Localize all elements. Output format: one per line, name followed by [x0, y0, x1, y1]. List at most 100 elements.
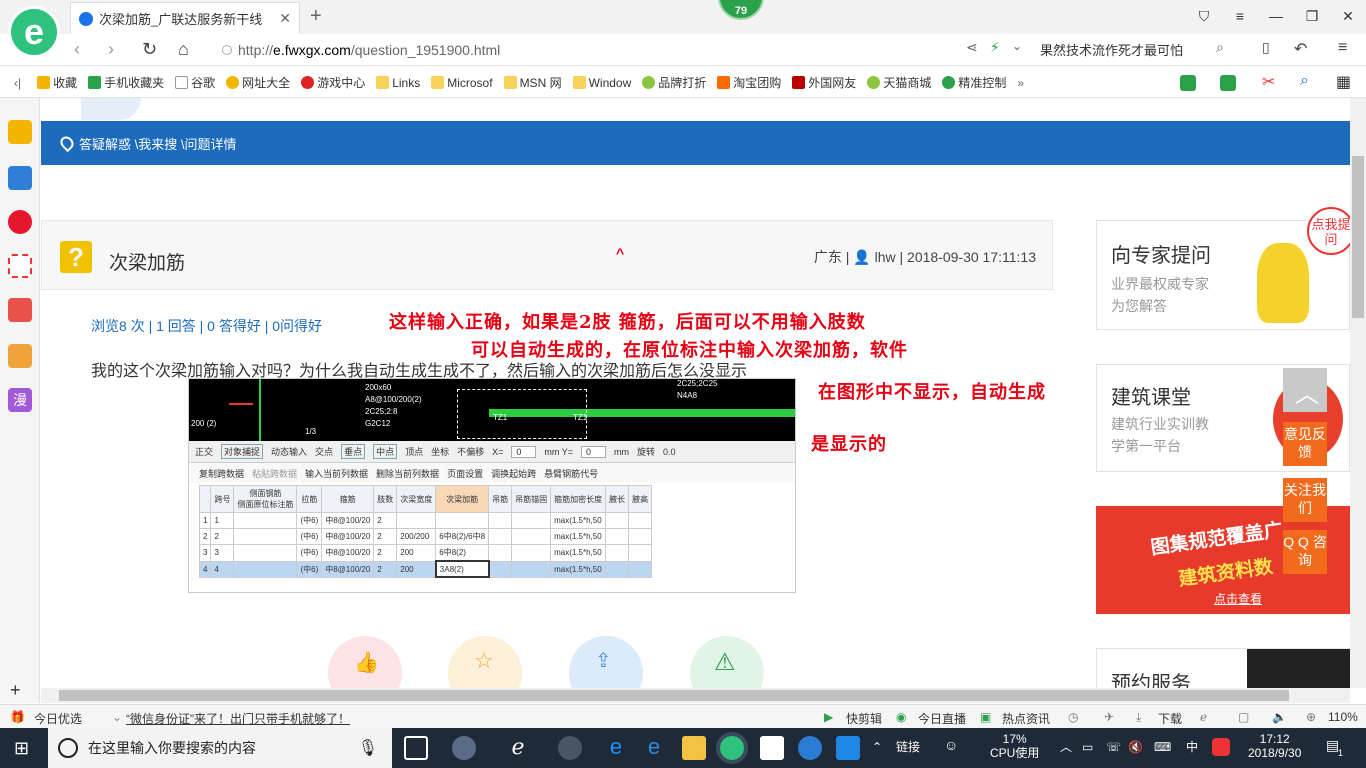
today-picks[interactable]: 今日优选	[34, 710, 82, 727]
weibo-icon[interactable]	[8, 210, 32, 234]
paste-span-button[interactable]: 粘贴跨数据	[252, 467, 297, 480]
grid-icon[interactable]: ▦	[1336, 72, 1351, 92]
ortho-button[interactable]: 正交	[195, 445, 213, 458]
translate-icon[interactable]	[1220, 75, 1236, 91]
chevron-up-icon[interactable]: ︿	[1060, 740, 1072, 754]
ie-icon[interactable]: ℯ	[1200, 710, 1207, 724]
horizontal-scrollbar[interactable]	[41, 688, 1350, 703]
internet-explorer-icon[interactable]: e	[642, 736, 666, 760]
url-field[interactable]: http://e.fwxgx.com/question_1951900.html	[222, 38, 962, 62]
table-row[interactable]: 3 3 (中6) 中8@100/20 2 200 6中8(2) max(1.5*h,50	[198, 544, 653, 562]
back-icon[interactable]: ‹	[74, 39, 80, 60]
page-setup-button[interactable]: 页面设置	[447, 467, 483, 480]
vertex-button[interactable]: 顶点	[405, 445, 423, 458]
speaker-icon[interactable]: 🔈	[1272, 710, 1287, 724]
cpu-meter[interactable]: 17% CPU使用	[990, 732, 1039, 760]
app-icon[interactable]	[558, 736, 582, 760]
sogou-icon[interactable]	[1212, 738, 1230, 756]
table-row[interactable]: 1 1 (中6) 中8@100/20 2 max(1.5*h,50	[198, 512, 653, 529]
more-bookmarks-icon[interactable]: »	[1017, 76, 1024, 90]
vertical-scrollbar[interactable]	[1350, 98, 1366, 688]
task-view-icon[interactable]	[404, 736, 428, 760]
copy-span-button[interactable]: 复制跨数据	[199, 467, 244, 480]
volume-icon[interactable]: 🔇	[1128, 740, 1143, 754]
chevron-down-icon[interactable]: ⌄	[1012, 39, 1022, 53]
taskbar-search[interactable]: 在这里输入你要搜索的内容 🎙	[48, 728, 392, 768]
search-icon[interactable]: ⌕	[1216, 39, 1224, 56]
people-icon[interactable]: ☺	[944, 738, 958, 752]
file-explorer-icon[interactable]	[682, 736, 706, 760]
shield-icon[interactable]	[1180, 75, 1196, 91]
book-icon[interactable]	[8, 344, 32, 368]
fan-app-icon[interactable]	[452, 736, 476, 760]
rotate-field[interactable]: 0.0	[663, 447, 676, 457]
bookmark-item[interactable]: 天猫商城	[867, 74, 931, 91]
input-column-button[interactable]: 输入当前列数据	[305, 467, 368, 480]
headline-link[interactable]: “微信身份证”来了！出门只带手机就够了！	[126, 710, 350, 727]
chevron-up-icon[interactable]: ⌃	[872, 740, 882, 754]
bookmark-item[interactable]: Window	[572, 76, 631, 90]
keyboard-icon[interactable]: ⌨	[1154, 740, 1171, 754]
report-button[interactable]: ⚠	[690, 636, 764, 688]
offset-select[interactable]: 不偏移	[457, 445, 484, 458]
y-field[interactable]: 0	[581, 445, 607, 458]
feedback-button[interactable]: 意见反馈	[1283, 422, 1327, 466]
browser-logo-icon[interactable]: e	[8, 6, 60, 58]
swap-span-button[interactable]: 调换起始跨	[491, 467, 536, 480]
intersect-button[interactable]: 交点	[315, 445, 333, 458]
sidebar-toggle-icon[interactable]: ‹|	[14, 76, 21, 90]
add-icon[interactable]: +	[10, 680, 21, 701]
bookmark-item[interactable]: Links	[376, 76, 420, 90]
bookmark-item[interactable]: 谷歌	[175, 74, 215, 91]
bookmark-item[interactable]: 游戏中心	[301, 74, 365, 91]
bookmark-item[interactable]: 收藏	[37, 74, 77, 91]
scissors-icon[interactable]: ✂	[1262, 72, 1275, 92]
comic-icon[interactable]: 漫	[8, 388, 32, 412]
magnifier-icon[interactable]: ⌕	[1300, 72, 1309, 90]
favorites-star-icon[interactable]	[8, 120, 32, 144]
table-row[interactable]: 2 2 (中6) 中8@100/20 2 200/200 6中8(2)/6中8 max(1.5…	[198, 528, 653, 545]
phone-icon[interactable]: ▯	[1262, 39, 1270, 56]
notification-badge[interactable]: 79	[718, 0, 764, 20]
close-tab-icon[interactable]: ✕	[279, 10, 291, 27]
browser-app-icon[interactable]	[720, 736, 744, 760]
scroll-thumb[interactable]	[59, 690, 1289, 701]
plus-app-icon[interactable]	[836, 736, 860, 760]
bookmark-item[interactable]: MSN 网	[503, 74, 562, 91]
edge-icon[interactable]: e	[604, 736, 628, 760]
history-icon[interactable]: ◷	[1068, 710, 1078, 724]
pin-icon[interactable]: ✈	[1104, 710, 1114, 724]
qq-consult-button[interactable]: Q Q 咨询	[1283, 530, 1327, 574]
ask-bubble[interactable]: 点我提问	[1307, 207, 1350, 255]
battery-icon[interactable]: ▭	[1082, 740, 1093, 754]
perpendicular-button[interactable]: 垂点	[341, 444, 366, 459]
news-feed-icon[interactable]	[8, 166, 32, 190]
shirt-icon[interactable]: ⛉	[1186, 0, 1222, 34]
microphone-icon[interactable]: 🎙	[358, 738, 378, 758]
expert-ask-card[interactable]: 向专家提问 业界最权威专家 为您解答 点我提问	[1096, 207, 1350, 330]
lightning-icon[interactable]: ⚡	[990, 39, 1000, 56]
browser-tab[interactable]: 次梁加筋_广联达服务新干线 ✕	[70, 2, 300, 34]
home-icon[interactable]: ⌂	[178, 39, 189, 60]
forward-icon[interactable]: ›	[108, 39, 114, 60]
mail-icon[interactable]	[8, 254, 32, 278]
back-to-top-button[interactable]: ︿	[1283, 368, 1327, 412]
minimize-button[interactable]: —	[1258, 0, 1294, 34]
share-icon[interactable]: ⋖	[966, 39, 978, 56]
restore-button[interactable]: ❐	[1294, 0, 1330, 34]
ime-indicator[interactable]: 中	[1186, 740, 1198, 754]
question-screenshot-image[interactable]: 200x60 A8@100/200(2) 2C25;2:8 G2C12 TZ1 …	[188, 378, 796, 593]
hot-news-link[interactable]: 热点资讯	[1002, 710, 1050, 727]
ad-link[interactable]: 点击查看	[1214, 590, 1262, 607]
share-button[interactable]: ⇪	[569, 636, 643, 688]
rotate-checkbox[interactable]: 旋转	[637, 445, 655, 458]
table-row-selected[interactable]: 4 4 (中6) 中8@100/20 2 200 3A8(2) max(1.5*h,50	[198, 560, 653, 578]
menu-icon[interactable]: ≡	[1338, 39, 1347, 57]
clock[interactable]: 17:12 2018/9/30	[1248, 732, 1301, 760]
booking-card[interactable]: 预约服务	[1096, 648, 1350, 688]
bookmark-item[interactable]: 淘宝团购	[717, 74, 781, 91]
gift-icon[interactable]: 🎁	[10, 710, 25, 724]
search-input[interactable]: 果然技术流作死才最可怕	[1040, 40, 1240, 59]
new-tab-button[interactable]: +	[310, 5, 322, 28]
quick-clip-link[interactable]: 快剪辑	[846, 710, 882, 727]
